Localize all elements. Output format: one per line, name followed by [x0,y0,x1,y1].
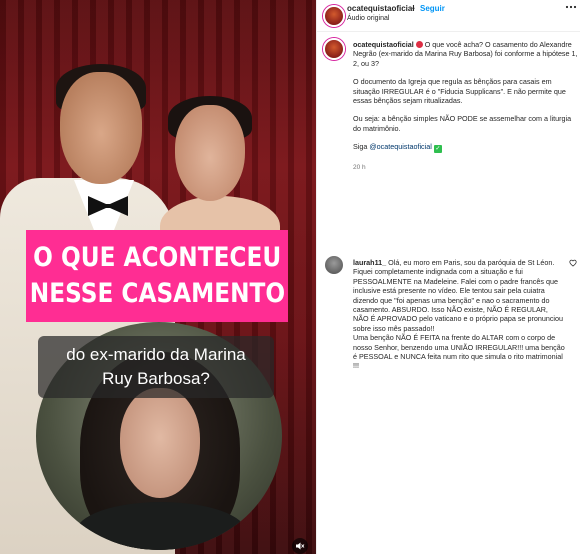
caption-paragraph-3: Ou seja: a bênção simples NÃO PODE se as… [353,114,572,133]
bride-face [175,105,245,201]
red-circle-icon [415,41,423,48]
comment-avatar[interactable] [325,256,343,274]
header-username[interactable]: ocatequistaoficial [347,4,415,13]
caption-text: ocatequistaoficial O que você acha? O ca… [353,40,579,173]
presenter-face [120,388,200,498]
groom-face [60,72,142,184]
check-mark-icon: ✓ [433,145,442,154]
comment-body-1: Olá, eu moro em Paris, sou da paróquia d… [353,258,564,333]
headline-line-2: NESSE CASAMENTO [29,278,285,309]
caption-username[interactable]: ocatequistaoficial [353,40,414,49]
caption-line-1: do ex-marido da Marina [66,345,246,364]
header-separator: • [412,4,415,13]
heart-icon [569,259,577,267]
caption-paragraph-1: ocatequistaoficial O que você acha? O ca… [353,40,579,68]
speaker-muted-icon-graphic [296,542,305,550]
avatar[interactable] [323,5,345,27]
comment-username[interactable]: laurah11_ [353,258,386,267]
post-time[interactable]: 20 h [353,164,366,171]
caption-follow-line: Siga @ocatequistaoficial ✓ [353,142,579,154]
caption-paragraph-2: O documento da Igreja que regula as bênç… [353,77,566,106]
post-side-panel: ocatequistaoficial • Seguir Áudio origin… [316,0,580,554]
headline-line-1: O QUE ACONTECEU [32,242,282,273]
like-heart-icon[interactable] [569,259,577,269]
caption-line-2: Ruy Barbosa? [102,369,210,388]
more-options-icon[interactable] [565,2,577,15]
video-headline-banner: O QUE ACONTECEU NESSE CASAMENTO [26,230,288,322]
caption-avatar[interactable] [323,38,345,60]
comment-text: laurah11_ Olá, eu moro em Paris, sou da … [353,258,565,371]
reel-video[interactable]: O QUE ACONTECEU NESSE CASAMENTO do ex-ma… [0,0,316,554]
comment-body-2: Uma benção NÃO É FEITA na frente do ALTA… [353,333,565,371]
follow-button[interactable]: Seguir [420,4,445,13]
handle-link[interactable]: @ocatequistaoficial [369,142,431,151]
video-caption: do ex-marido da Marina Ruy Barbosa? [38,336,274,398]
speaker-muted-icon[interactable] [292,538,308,554]
audio-label[interactable]: Áudio original [347,15,389,22]
more-horizontal-icon [565,5,577,9]
post-header: ocatequistaoficial • Seguir Áudio origin… [317,0,580,32]
follow-prefix: Siga [353,142,368,152]
